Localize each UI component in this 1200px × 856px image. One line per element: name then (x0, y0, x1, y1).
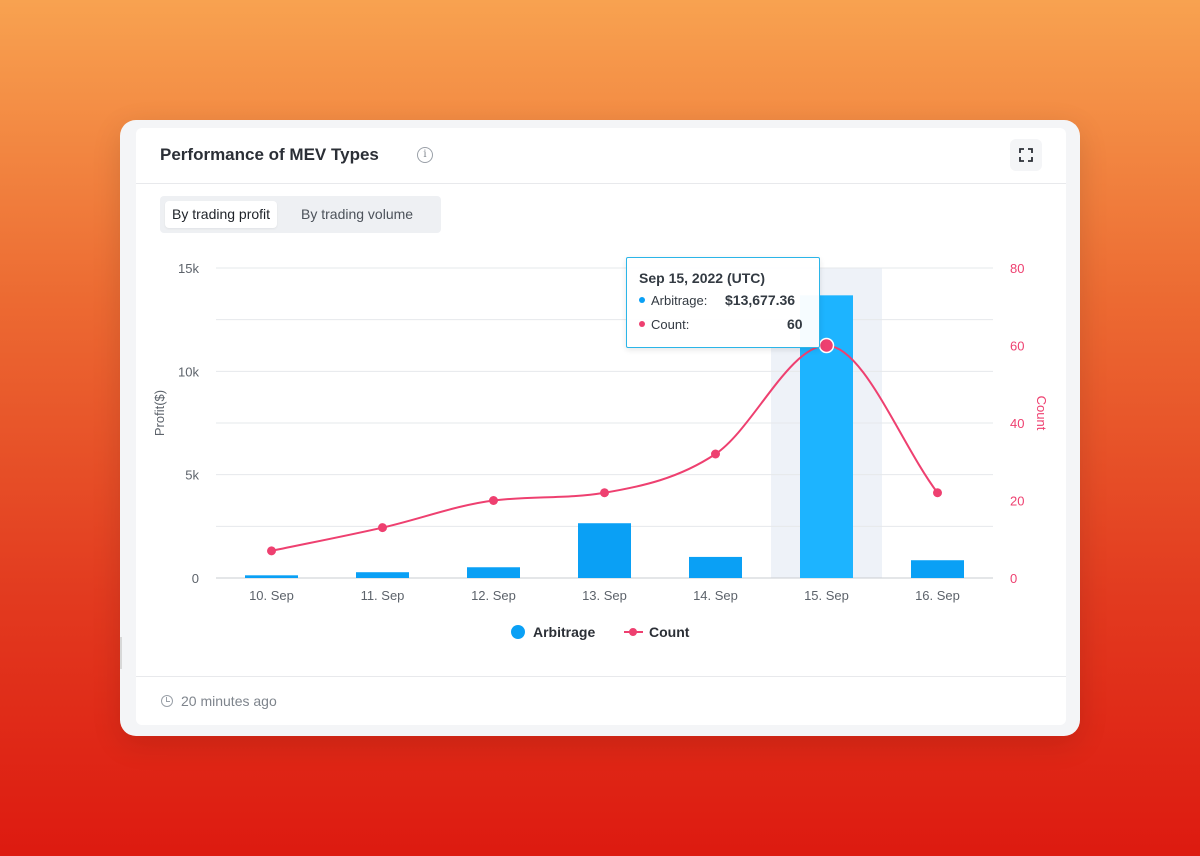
tooltip-arbitrage-label: Arbitrage: (651, 293, 708, 308)
x-tick-label: 13. Sep (582, 588, 627, 603)
point-count (933, 488, 942, 498)
card-footer: 20 minutes ago (136, 676, 1066, 726)
x-tick-label: 16. Sep (915, 588, 960, 603)
y-left-tick-label: 0 (192, 571, 199, 586)
point-count (600, 488, 609, 498)
y-right-tick-label: 40 (1010, 416, 1024, 431)
legend-count-icon (629, 628, 637, 636)
tooltip-row-count: Count: (639, 317, 689, 332)
y-right-tick-label: 60 (1010, 339, 1024, 354)
x-tick-label: 12. Sep (471, 588, 516, 603)
tooltip-row-arbitrage: Arbitrage: (639, 293, 707, 308)
point-count (489, 496, 498, 505)
chart-card: Performance of MEV Types i By trading pr… (136, 128, 1066, 725)
metric-tabs: By trading profit By trading volume (160, 196, 441, 233)
y-left-tick-label: 10k (178, 364, 199, 379)
y-right-tick-label: 80 (1010, 261, 1024, 276)
tooltip-arbitrage-value: $13,677.36 (725, 292, 796, 308)
point-count (378, 523, 387, 533)
card-header: Performance of MEV Types i (136, 128, 1066, 184)
x-tick-label: 14. Sep (693, 588, 738, 603)
tab-by-trading-profit[interactable]: By trading profit (165, 201, 278, 228)
tooltip-count-label: Count: (651, 317, 690, 332)
expand-button[interactable] (1010, 139, 1042, 171)
bar-arbitrage (467, 567, 520, 578)
x-tick-label: 10. Sep (249, 588, 294, 603)
last-updated: 20 minutes ago (181, 693, 277, 709)
clock-icon (161, 695, 173, 707)
side-handle (120, 637, 122, 669)
y-left-tick-label: 15k (178, 261, 199, 276)
y-left-axis-title: Profit($) (152, 390, 167, 436)
x-tick-label: 11. Sep (361, 588, 405, 603)
widget-frame: Performance of MEV Types i By trading pr… (120, 120, 1080, 736)
tab-by-trading-volume[interactable]: By trading volume (294, 201, 420, 228)
y-right-tick-label: 0 (1010, 571, 1017, 586)
legend-count-label: Count (649, 624, 690, 640)
arbitrage-dot-icon (639, 297, 645, 303)
bar-arbitrage (245, 575, 298, 578)
info-icon[interactable]: i (417, 147, 433, 163)
count-dot-icon (639, 321, 645, 327)
bar-arbitrage (578, 523, 631, 578)
legend-arbitrage-icon (511, 625, 525, 639)
bar-arbitrage (689, 556, 742, 578)
point-count (267, 546, 276, 556)
expand-icon (1019, 148, 1033, 162)
tooltip-date: Sep 15, 2022 (UTC) (639, 270, 766, 286)
point-count (818, 337, 835, 354)
y-right-axis-title: Count (1034, 396, 1049, 431)
mev-chart: 0 5k 10k 15k 0 20 40 60 80 Profit($) Count 10. Sep 1… (152, 261, 1049, 640)
tooltip-count-value: 60 (787, 316, 803, 332)
chart-tooltip: Sep 15, 2022 (UTC) Arbitrage: $13,677.36… (626, 257, 820, 348)
legend-arbitrage-label: Arbitrage (533, 624, 595, 640)
point-count (711, 449, 720, 459)
y-right-tick-label: 20 (1010, 494, 1024, 509)
x-tick-label: 15. Sep (804, 588, 849, 603)
bar-arbitrage (911, 560, 964, 578)
card-title: Performance of MEV Types (160, 145, 379, 164)
bar-arbitrage (356, 572, 409, 578)
y-left-tick-label: 5k (185, 468, 199, 483)
